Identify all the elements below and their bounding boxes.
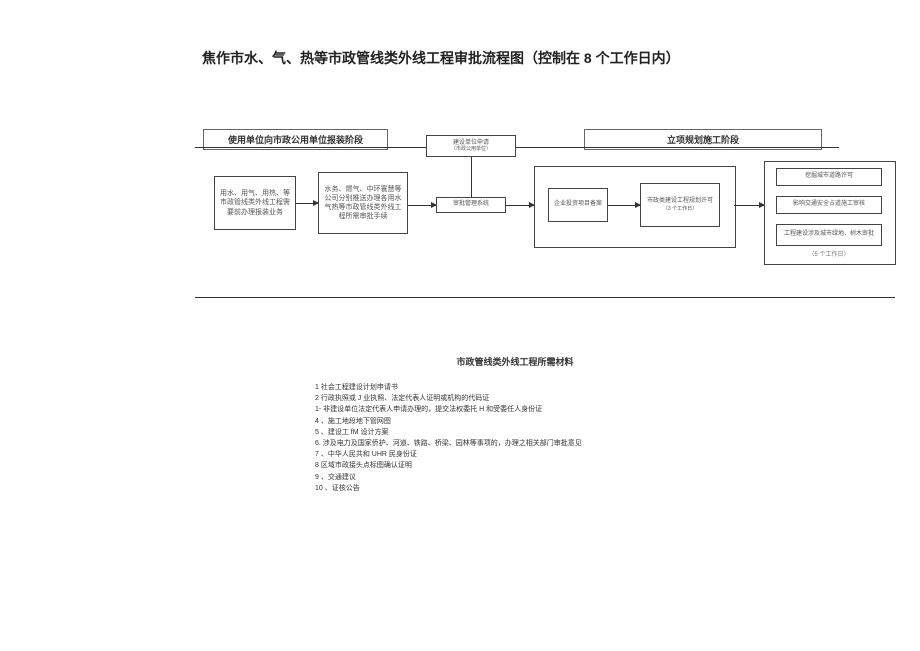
- node-road-permit: 挖掘城市道路许可: [776, 168, 882, 186]
- node-user-apply: 用水、用气、用热、等市政管线类外线工程需要前办理报装业务: [214, 176, 296, 230]
- node-planning-permit-sub: （3 个工作日）: [663, 206, 697, 213]
- page-title: 焦作市水、气、热等市政管线类外线工程审批流程图（控制在 8 个工作日内）: [202, 48, 680, 68]
- vline-top-system: [471, 157, 472, 197]
- top-span-line: [195, 147, 839, 148]
- mat-3: 1- 非建设单位法定代表人申请办理的，提交法权委托 H 和受委任人身份证: [315, 404, 715, 415]
- arrow-1-2: [296, 203, 318, 204]
- arrow-2-3: [408, 205, 436, 206]
- node-planning-permit: 市政类建设工程规划许可 （3 个工作日）: [640, 183, 720, 227]
- materials-list: 1 社会工程建设计划申请书 2 行政执照或 J 业执照、法定代表人证明或机构的代…: [315, 382, 715, 494]
- materials-title: 市政管线类外线工程所需材料: [315, 355, 715, 368]
- mat-4: 4 、施工地段地下管网图: [315, 416, 715, 427]
- node-green-review: 工程建设涉及城市绿地、树木审批: [776, 224, 882, 246]
- mat-8: 8 区域市政接头点标图确认证明: [315, 460, 715, 471]
- node-system: 审批管理系统: [436, 197, 506, 213]
- mat-9: 9 、交通建议: [315, 472, 715, 483]
- node-company-forward: 水务、燃气、中环寰慧等公司分别推送办理各用水气热等市政管线类外线工程所需审批手续: [318, 172, 408, 234]
- mat-7: 7 、中华人民共和 UHR 民身份证: [315, 449, 715, 460]
- mat-10: 10 、证核公告: [315, 483, 715, 494]
- mat-2: 2 行政执照或 J 业执照、法定代表人证明或机构的代码证: [315, 393, 715, 404]
- materials-section: 市政管线类外线工程所需材料 1 社会工程建设计划申请书 2 行政执照或 J 业执…: [315, 355, 715, 494]
- node-record: 企业投资项目备案: [548, 188, 608, 222]
- node-traffic-review: 影响交通安全占道施工审核: [776, 196, 882, 214]
- node-apply: 建设单位申请 （市政公用单位）: [426, 135, 516, 157]
- node-apply-sub: （市政公用单位）: [451, 147, 491, 153]
- right-group-sub: （5 个工作日）: [776, 249, 882, 258]
- arrow-3-group: [506, 205, 534, 206]
- bottom-span-line: [195, 297, 895, 298]
- mat-1: 1 社会工程建设计划申请书: [315, 382, 715, 393]
- arrow-group-right: [734, 205, 764, 206]
- mat-5: 5 、建设工 fM 设计方案: [315, 427, 715, 438]
- node-planning-permit-label: 市政类建设工程规划许可: [647, 198, 713, 206]
- arrow-record-permit: [608, 205, 640, 206]
- mat-6: 6. 涉及电力及国家侨护、河道、铁路、桥梁、园林等事项的，办理之相关部门审批意见: [315, 438, 715, 449]
